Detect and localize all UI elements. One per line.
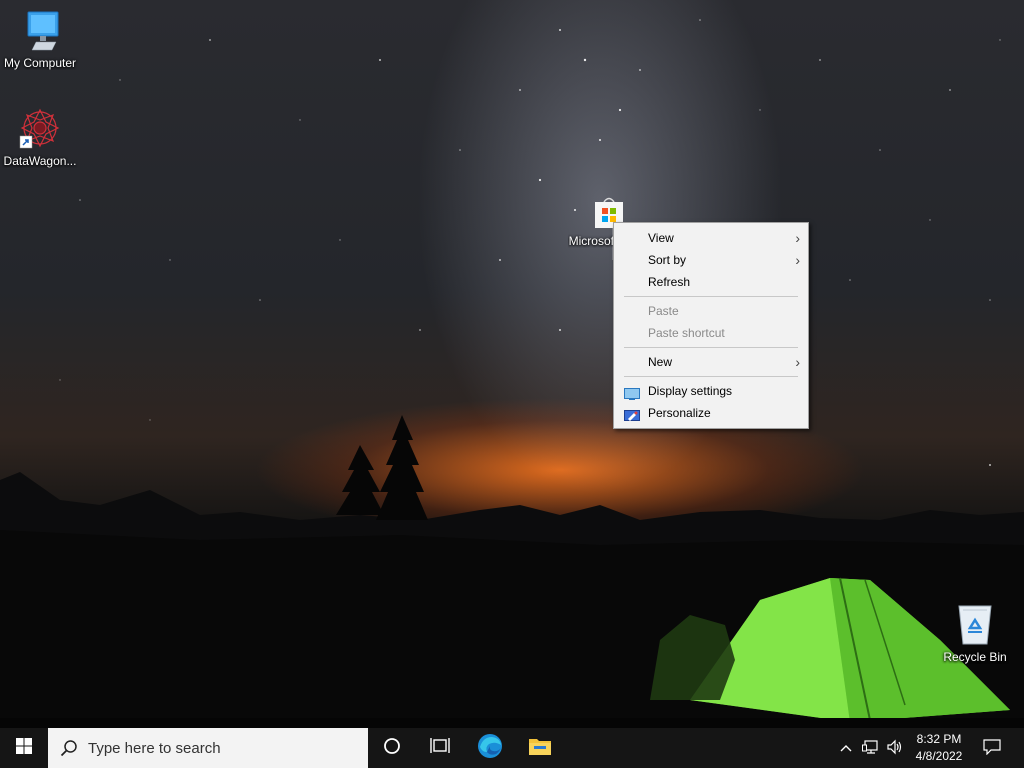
desktop-icon-datawagon[interactable]: DataWagon... [0, 106, 80, 168]
volume-tray-button[interactable] [884, 728, 906, 768]
menu-separator [624, 347, 798, 348]
chevron-right-icon: › [795, 354, 800, 370]
datawagon-shortcut-icon [18, 106, 62, 150]
windows-logo-icon [16, 737, 32, 759]
file-explorer-icon [528, 736, 552, 761]
file-explorer-taskbar-button[interactable] [516, 728, 564, 768]
clock-date: 4/8/2022 [915, 749, 963, 763]
cortana-button[interactable] [368, 728, 416, 768]
menu-item-label: Personalize [648, 406, 711, 420]
search-icon [60, 739, 78, 757]
menu-item-label: Display settings [648, 384, 733, 398]
menu-item-label: View [648, 231, 674, 245]
recycle-bin-icon [953, 602, 997, 646]
menu-item-label: New [648, 355, 673, 369]
menu-item-paste: Paste [614, 300, 808, 322]
cortana-icon [383, 737, 401, 760]
show-hidden-icons-button[interactable] [836, 728, 856, 768]
chevron-up-icon [840, 741, 852, 755]
menu-item-display-settings[interactable]: Display settings [614, 380, 808, 402]
menu-item-sort-by[interactable]: Sort by › [614, 249, 808, 271]
monitor-icon [18, 8, 62, 52]
desktop[interactable]: My Computer DataWagon... Microsoft Store… [0, 0, 1024, 728]
chevron-right-icon: › [795, 230, 800, 246]
notification-icon [983, 738, 1001, 758]
menu-item-label: Refresh [648, 275, 691, 289]
start-button[interactable] [0, 728, 48, 768]
desktop-icon-label: Recycle Bin [943, 650, 1007, 664]
clock-time: 8:32 PM [916, 732, 962, 746]
taskbar: Type here to search 8:32 PM 4/8/2022 [0, 728, 1024, 768]
personalize-icon [624, 407, 640, 421]
clock[interactable]: 8:32 PM 4/8/2022 [908, 728, 970, 768]
search-placeholder: Type here to search [88, 739, 221, 757]
menu-separator [624, 296, 798, 297]
desktop-icon-label: DataWagon... [3, 154, 77, 168]
menu-item-view[interactable]: View › [614, 227, 808, 249]
task-view-button[interactable] [416, 728, 464, 768]
chevron-right-icon: › [795, 252, 800, 268]
mountain-silhouette [0, 415, 1024, 728]
desktop-context-menu: View › Sort by › Refresh Paste Paste sho… [613, 222, 809, 429]
menu-item-label: Paste shortcut [648, 326, 725, 340]
menu-item-label: Paste [648, 304, 679, 318]
menu-item-refresh[interactable]: Refresh [614, 271, 808, 293]
menu-item-paste-shortcut: Paste shortcut [614, 322, 808, 344]
task-view-icon [430, 737, 450, 760]
edge-icon [477, 733, 503, 764]
desktop-icon-my-computer[interactable]: My Computer [0, 8, 80, 70]
desktop-icon-label: My Computer [3, 56, 77, 70]
menu-item-new[interactable]: New › [614, 351, 808, 373]
network-tray-button[interactable] [860, 728, 882, 768]
edge-taskbar-button[interactable] [466, 728, 514, 768]
volume-icon [886, 739, 904, 758]
menu-item-label: Sort by [648, 253, 687, 267]
display-settings-icon [624, 385, 640, 400]
notification-center-button[interactable] [978, 728, 1006, 768]
desktop-icon-recycle-bin[interactable]: Recycle Bin [935, 602, 1015, 664]
taskbar-search-box[interactable]: Type here to search [48, 728, 368, 768]
menu-item-personalize[interactable]: Personalize [614, 402, 808, 424]
network-icon [862, 739, 880, 758]
menu-separator [624, 376, 798, 377]
